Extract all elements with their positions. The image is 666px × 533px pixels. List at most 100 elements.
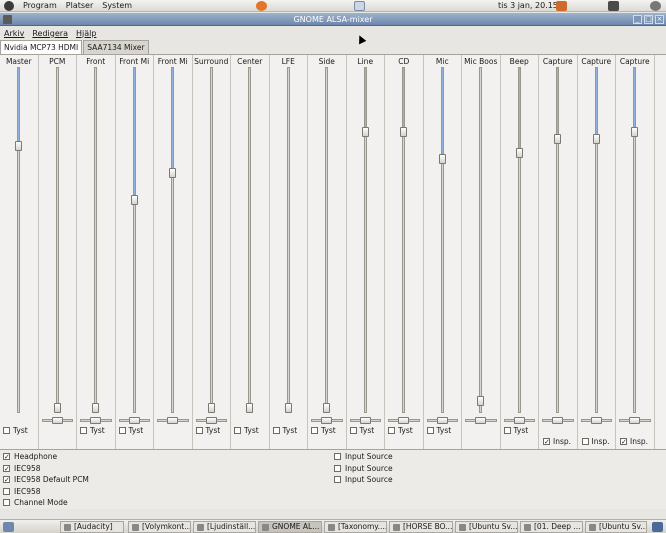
- volume-slider-handle[interactable]: [323, 403, 331, 413]
- balance-slider-handle[interactable]: [359, 417, 371, 424]
- balance-slider-handle[interactable]: [128, 417, 140, 424]
- network-icon[interactable]: [608, 1, 619, 11]
- taskbar-button[interactable]: [Ubuntu Sv...: [585, 521, 647, 533]
- volume-slider[interactable]: [248, 67, 252, 413]
- checkbox[interactable]: [311, 427, 318, 434]
- menu-redigera[interactable]: Redigera: [32, 29, 68, 38]
- checkbox[interactable]: [80, 427, 87, 434]
- volume-slider[interactable]: [94, 67, 98, 413]
- mute-toggle[interactable]: Tyst: [388, 426, 413, 435]
- clock[interactable]: tis 3 jan, 20.15: [498, 1, 558, 10]
- record-toggle[interactable]: ✓ Insp.: [620, 437, 648, 446]
- volume-slider-handle[interactable]: [246, 403, 254, 413]
- checkbox[interactable]: [334, 476, 341, 483]
- record-toggle[interactable]: ✓ Insp.: [543, 437, 571, 446]
- input-source-option[interactable]: Input Source: [334, 464, 393, 473]
- taskbar-button[interactable]: [Taxonomy....: [324, 521, 387, 533]
- checkbox[interactable]: [3, 427, 10, 434]
- update-icon[interactable]: [556, 1, 567, 11]
- volume-slider[interactable]: [325, 67, 329, 413]
- volume-slider-handle[interactable]: [169, 167, 177, 178]
- checkbox[interactable]: ✓: [3, 476, 10, 484]
- balance-slider-handle[interactable]: [436, 417, 448, 424]
- tab-nvidia[interactable]: Nvidia MCP73 HDMI: [0, 40, 83, 55]
- minimize-button[interactable]: _: [633, 15, 642, 24]
- checkbox[interactable]: [334, 464, 341, 472]
- volume-slider-handle[interactable]: [361, 127, 369, 138]
- volume-slider-handle[interactable]: [477, 396, 485, 407]
- notes-icon[interactable]: [354, 1, 365, 11]
- checkbox[interactable]: ✓: [620, 438, 627, 446]
- window-menu-icon[interactable]: [3, 15, 12, 24]
- volume-slider-handle[interactable]: [130, 194, 138, 205]
- window-titlebar[interactable]: GNOME ALSA-mixer _ □ ×: [0, 13, 666, 26]
- balance-slider-handle[interactable]: [475, 417, 487, 424]
- mute-toggle[interactable]: Tyst: [349, 426, 374, 435]
- record-toggle[interactable]: Insp.: [581, 437, 610, 446]
- switch-option[interactable]: ✓ IEC958: [3, 464, 41, 473]
- power-icon[interactable]: [650, 1, 661, 11]
- checkbox[interactable]: [503, 427, 511, 434]
- volume-slider[interactable]: [594, 67, 598, 413]
- mute-toggle[interactable]: Tyst: [426, 426, 451, 435]
- volume-slider[interactable]: [171, 67, 175, 413]
- input-source-option[interactable]: Input Source: [334, 475, 393, 484]
- volume-slider-handle[interactable]: [400, 127, 408, 138]
- taskbar-button[interactable]: [HORSE BO...: [389, 521, 453, 533]
- checkbox[interactable]: ✓: [3, 464, 10, 472]
- mute-toggle[interactable]: Tyst: [80, 426, 105, 435]
- volume-slider[interactable]: [363, 67, 367, 413]
- volume-slider-handle[interactable]: [631, 127, 639, 138]
- checkbox[interactable]: [3, 487, 10, 495]
- panel-menu-system[interactable]: System: [102, 1, 132, 10]
- menu-arkiv[interactable]: Arkiv: [4, 29, 24, 38]
- show-desktop-icon[interactable]: [3, 522, 14, 532]
- mute-toggle[interactable]: Tyst: [3, 426, 28, 435]
- balance-slider-handle[interactable]: [51, 417, 63, 424]
- panel-menu-program[interactable]: Program: [23, 1, 57, 10]
- checkbox[interactable]: [272, 427, 280, 434]
- close-button[interactable]: ×: [655, 15, 664, 24]
- volume-slider[interactable]: [286, 67, 290, 413]
- volume-slider[interactable]: [132, 67, 136, 413]
- balance-slider-handle[interactable]: [590, 417, 602, 424]
- mute-toggle[interactable]: Tyst: [118, 426, 143, 435]
- switch-option[interactable]: ✓ IEC958 Default PCM: [3, 475, 89, 484]
- mute-toggle[interactable]: Tyst: [503, 426, 528, 435]
- volume-slider-handle[interactable]: [554, 134, 562, 145]
- volume-slider[interactable]: [517, 67, 521, 413]
- taskbar-button[interactable]: [Ljudinställ...: [193, 521, 256, 533]
- checkbox[interactable]: ✓: [3, 453, 10, 461]
- panel-menu-platser[interactable]: Platser: [66, 1, 93, 10]
- mute-toggle[interactable]: Tyst: [195, 426, 220, 435]
- volume-slider[interactable]: [479, 67, 483, 413]
- mute-toggle[interactable]: Tyst: [234, 426, 259, 435]
- volume-slider[interactable]: [402, 67, 406, 413]
- checkbox[interactable]: [118, 427, 126, 434]
- workspace-switcher-icon[interactable]: [652, 522, 663, 532]
- volume-slider-handle[interactable]: [53, 403, 61, 413]
- balance-slider-handle[interactable]: [205, 417, 217, 424]
- checkbox[interactable]: [426, 427, 434, 434]
- switch-option[interactable]: Channel Mode: [3, 498, 68, 507]
- taskbar-button[interactable]: GNOME AL...: [258, 521, 322, 533]
- volume-slider-handle[interactable]: [207, 403, 215, 413]
- balance-slider-handle[interactable]: [167, 417, 179, 424]
- taskbar-button[interactable]: [Audacity]: [60, 521, 124, 533]
- tab-saa7134[interactable]: SAA7134 Mixer: [83, 40, 149, 54]
- checkbox[interactable]: [581, 438, 589, 445]
- mute-toggle[interactable]: Tyst: [272, 426, 297, 435]
- checkbox[interactable]: [195, 427, 203, 434]
- checkbox[interactable]: [349, 427, 357, 434]
- balance-slider-handle[interactable]: [552, 417, 564, 424]
- volume-slider-handle[interactable]: [438, 154, 446, 165]
- volume-slider-handle[interactable]: [15, 140, 23, 151]
- balance-slider-handle[interactable]: [321, 417, 333, 424]
- checkbox[interactable]: [3, 499, 10, 506]
- taskbar-button[interactable]: [Volymkont...: [128, 521, 191, 533]
- volume-slider-handle[interactable]: [592, 134, 600, 145]
- volume-slider[interactable]: [440, 67, 444, 413]
- firefox-icon[interactable]: [256, 1, 267, 11]
- volume-slider-handle[interactable]: [92, 403, 100, 413]
- balance-slider-handle[interactable]: [513, 417, 525, 424]
